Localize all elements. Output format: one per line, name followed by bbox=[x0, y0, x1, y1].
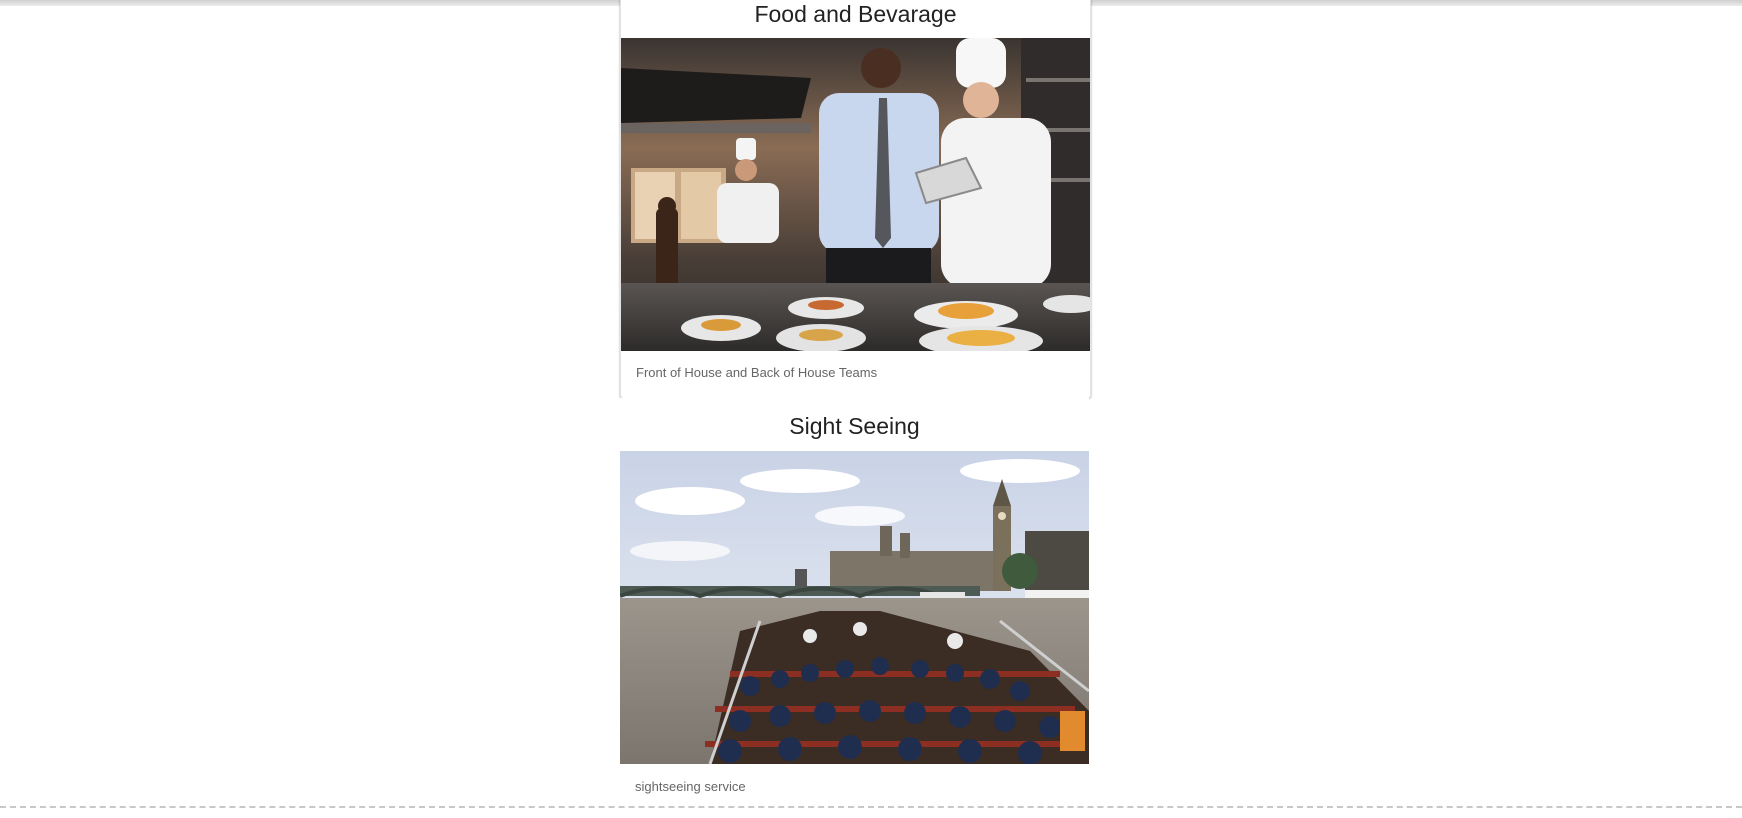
kitchen-photo bbox=[621, 38, 1090, 351]
card-title: Food and Bevarage bbox=[754, 1, 957, 27]
service-card-food: Food and Bevarage Front of House and Bac… bbox=[620, 0, 1091, 398]
service-card-sightseeing: Sight Seeing sightseeing service bbox=[620, 398, 1089, 818]
page-bottom-divider bbox=[0, 806, 1742, 808]
card-column: Food and Bevarage Front of House and Bac… bbox=[620, 0, 1091, 818]
card-caption: sightseeing service bbox=[635, 779, 746, 794]
card-caption: Front of House and Back of House Teams bbox=[636, 365, 878, 380]
card-title: Sight Seeing bbox=[789, 413, 920, 439]
river-boat-photo bbox=[620, 451, 1089, 764]
